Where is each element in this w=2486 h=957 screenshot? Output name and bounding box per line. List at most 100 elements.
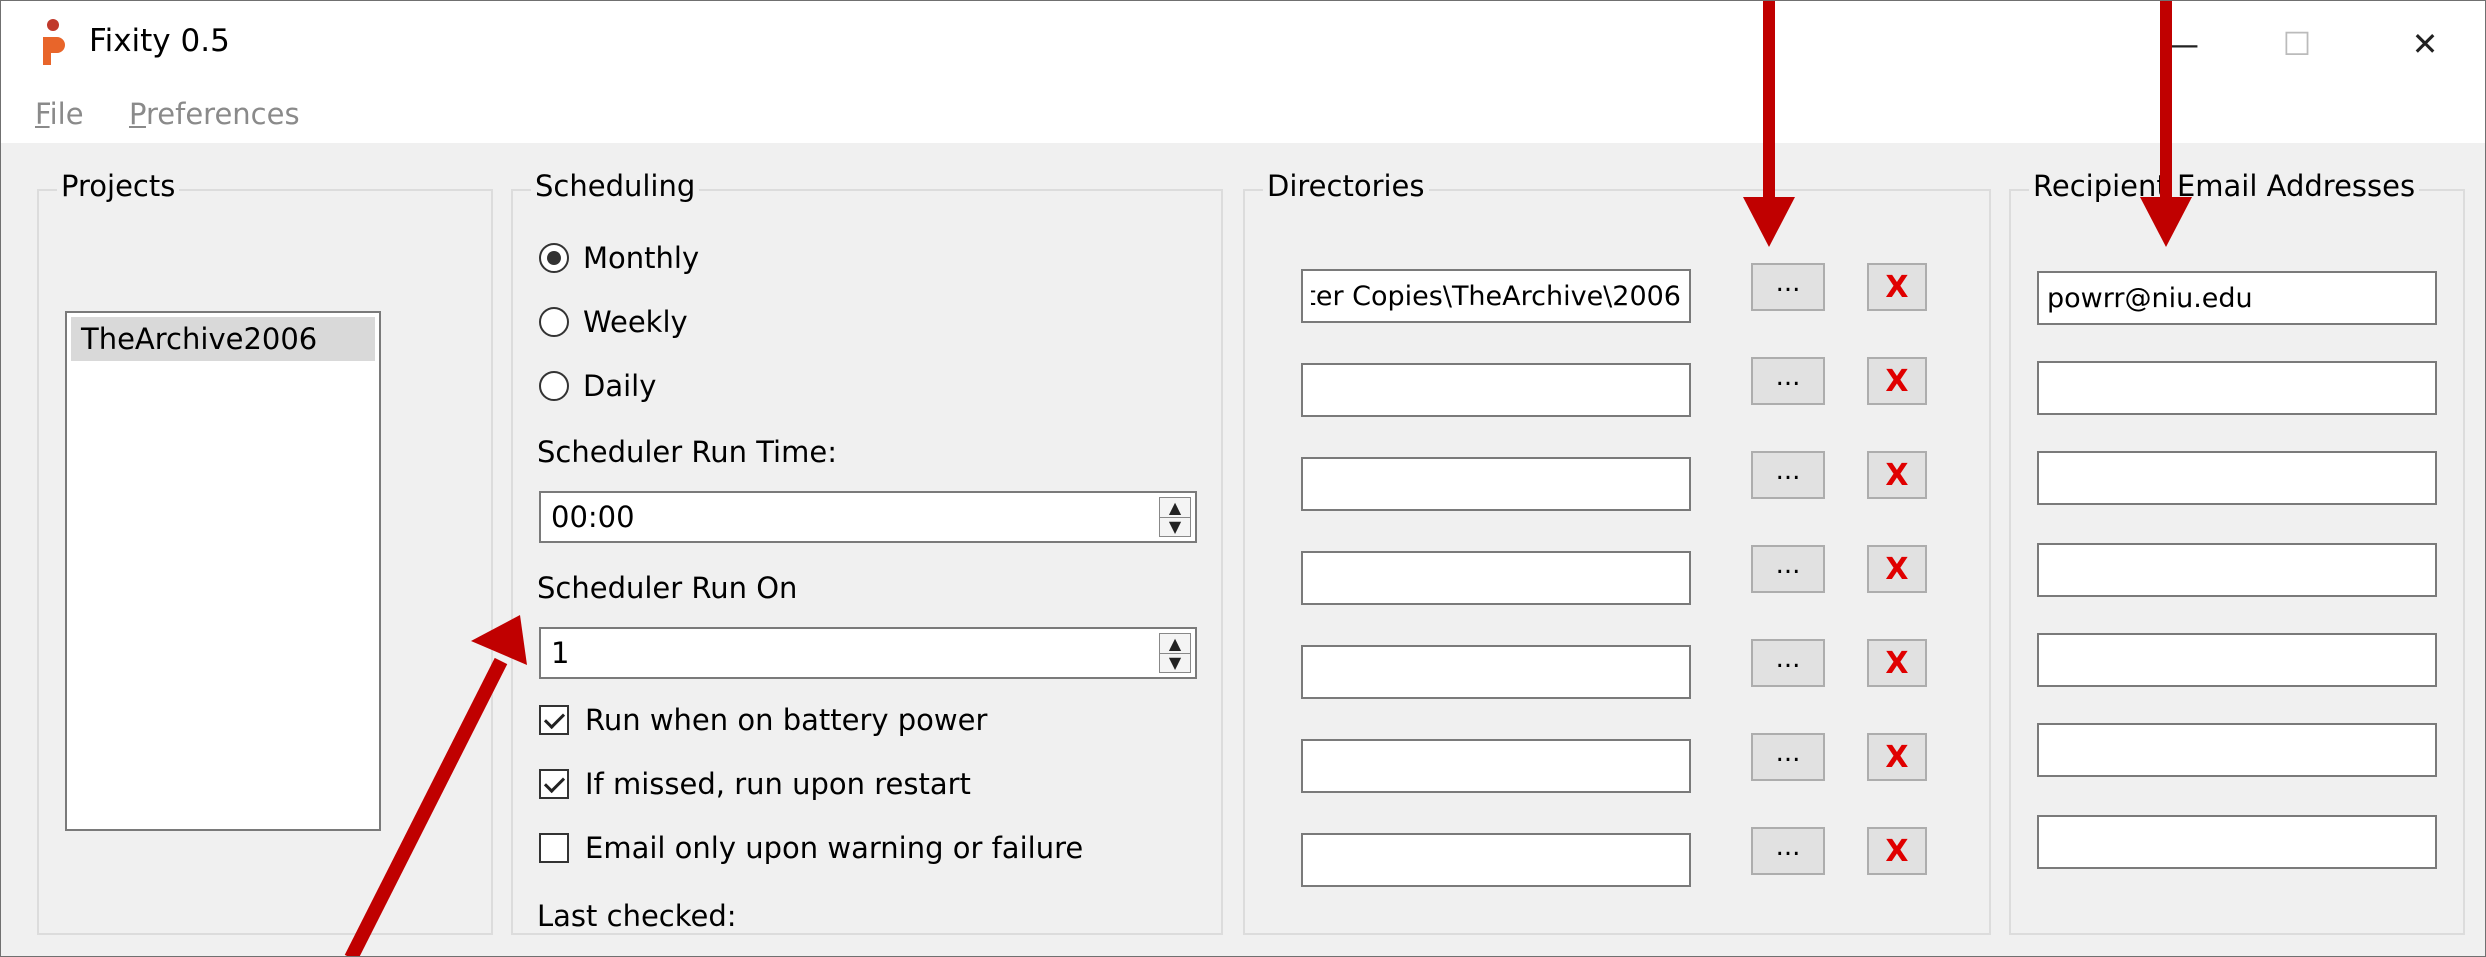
directory-path-field[interactable] — [1301, 645, 1691, 699]
email-address-input[interactable] — [2039, 363, 2435, 413]
browse-directory-button[interactable]: ... — [1751, 639, 1825, 687]
spin-down-icon[interactable]: ▼ — [1160, 517, 1190, 536]
radio-weekly[interactable]: Weekly — [539, 305, 688, 339]
browse-directory-button[interactable]: ... — [1751, 827, 1825, 875]
directory-path-input[interactable] — [1303, 741, 1689, 791]
menu-preferences-mnemonic: P — [129, 97, 146, 131]
run-on-label: Scheduler Run On — [537, 571, 798, 605]
spin-up-icon[interactable]: ▲ — [1160, 498, 1190, 518]
email-on-failure-check-icon[interactable] — [539, 833, 569, 863]
radio-daily-indicator[interactable] — [539, 371, 569, 401]
browse-directory-button[interactable]: ... — [1751, 733, 1825, 781]
email-address-input[interactable] — [2039, 273, 2435, 323]
directory-path-input[interactable] — [1303, 459, 1689, 509]
directory-path-field[interactable] — [1301, 363, 1691, 417]
email-group-title: Recipient Email Addresses — [2029, 169, 2420, 203]
radio-monthly-indicator[interactable] — [539, 243, 569, 273]
directory-path-field[interactable] — [1301, 739, 1691, 793]
remove-directory-button[interactable]: X — [1867, 733, 1927, 781]
maximize-button[interactable]: ☐ — [2245, 1, 2349, 87]
directory-path-field[interactable] — [1301, 269, 1691, 323]
email-address-input[interactable] — [2039, 545, 2435, 595]
directory-path-field[interactable] — [1301, 551, 1691, 605]
email-address-input[interactable] — [2039, 817, 2435, 867]
menu-file-label: ile — [49, 97, 84, 131]
remove-directory-button[interactable]: X — [1867, 451, 1927, 499]
battery-power-label: Run when on battery power — [585, 703, 988, 737]
spin-up-icon[interactable]: ▲ — [1160, 634, 1190, 654]
menu-file[interactable]: File — [35, 97, 84, 131]
email-address-input[interactable] — [2039, 725, 2435, 775]
remove-directory-button[interactable]: X — [1867, 639, 1927, 687]
menu-preferences[interactable]: Preferences — [129, 97, 300, 131]
email-address-input[interactable] — [2039, 453, 2435, 503]
email-address-field[interactable] — [2037, 451, 2437, 505]
directories-group-title: Directories — [1263, 169, 1429, 203]
title-bar: Fixity 0.5 — ☐ ✕ — [1, 1, 2485, 87]
run-on-spinbox[interactable]: ▲ ▼ — [539, 627, 1197, 679]
scheduling-group: Scheduling Monthly Weekly Daily Schedule… — [511, 169, 1223, 935]
email-on-failure-label: Email only upon warning or failure — [585, 831, 1084, 865]
directory-path-input[interactable] — [1303, 647, 1689, 697]
window-title: Fixity 0.5 — [89, 23, 230, 59]
remove-directory-button[interactable]: X — [1867, 357, 1927, 405]
radio-monthly-label: Monthly — [583, 241, 700, 275]
projects-list[interactable]: TheArchive2006 — [65, 311, 381, 831]
battery-power-checkbox[interactable]: Run when on battery power — [539, 703, 987, 737]
menu-bar: File Preferences — [1, 87, 2485, 143]
browse-directory-button[interactable]: ... — [1751, 357, 1825, 405]
run-time-stepper[interactable]: ▲ ▼ — [1159, 497, 1191, 537]
radio-weekly-label: Weekly — [583, 305, 688, 339]
directory-path-input[interactable] — [1303, 365, 1689, 415]
projects-group: Projects TheArchive2006 — [37, 169, 493, 935]
projects-group-title: Projects — [57, 169, 180, 203]
directory-path-input[interactable] — [1303, 835, 1689, 885]
run-on-stepper[interactable]: ▲ ▼ — [1159, 633, 1191, 673]
radio-monthly[interactable]: Monthly — [539, 241, 699, 275]
directory-path-input[interactable] — [1303, 271, 1689, 321]
maximize-icon: ☐ — [2282, 25, 2312, 63]
fixity-app-icon — [43, 19, 65, 65]
run-time-input[interactable] — [541, 493, 1175, 541]
battery-power-check-icon[interactable] — [539, 705, 569, 735]
close-icon: ✕ — [2411, 25, 2439, 63]
menu-preferences-label: references — [145, 97, 300, 131]
remove-directory-button[interactable]: X — [1867, 263, 1927, 311]
email-address-field[interactable] — [2037, 361, 2437, 415]
minimize-button[interactable]: — — [2131, 1, 2235, 87]
run-on-input[interactable] — [541, 629, 1175, 677]
minimize-icon: — — [2167, 25, 2199, 63]
radio-daily-label: Daily — [583, 369, 657, 403]
email-address-input[interactable] — [2039, 635, 2435, 685]
email-on-failure-checkbox[interactable]: Email only upon warning or failure — [539, 831, 1083, 865]
run-time-label: Scheduler Run Time: — [537, 435, 837, 469]
browse-directory-button[interactable]: ... — [1751, 451, 1825, 499]
remove-directory-button[interactable]: X — [1867, 545, 1927, 593]
email-address-field[interactable] — [2037, 633, 2437, 687]
radio-daily[interactable]: Daily — [539, 369, 656, 403]
close-button[interactable]: ✕ — [2373, 1, 2477, 87]
run-on-restart-checkbox[interactable]: If missed, run upon restart — [539, 767, 971, 801]
email-address-field[interactable] — [2037, 271, 2437, 325]
directories-group: Directories ... X... X... X... X... X... X... X — [1243, 169, 1991, 935]
last-checked-label: Last checked: — [537, 899, 737, 933]
directory-path-input[interactable] — [1303, 553, 1689, 603]
menu-file-mnemonic: F — [35, 97, 50, 131]
email-address-field[interactable] — [2037, 815, 2437, 869]
browse-directory-button[interactable]: ... — [1751, 545, 1825, 593]
radio-weekly-indicator[interactable] — [539, 307, 569, 337]
email-address-field[interactable] — [2037, 723, 2437, 777]
run-on-restart-check-icon[interactable] — [539, 769, 569, 799]
directory-path-field[interactable] — [1301, 457, 1691, 511]
email-group: Recipient Email Addresses — [2009, 169, 2465, 935]
browse-directory-button[interactable]: ... — [1751, 263, 1825, 311]
fixity-window: Fixity 0.5 — ☐ ✕ File Preferences Projec… — [0, 0, 2486, 957]
remove-directory-button[interactable]: X — [1867, 827, 1927, 875]
scheduling-group-title: Scheduling — [531, 169, 700, 203]
spin-down-icon[interactable]: ▼ — [1160, 653, 1190, 672]
project-item-thearchive2006[interactable]: TheArchive2006 — [71, 317, 375, 361]
run-on-restart-label: If missed, run upon restart — [585, 767, 971, 801]
email-address-field[interactable] — [2037, 543, 2437, 597]
directory-path-field[interactable] — [1301, 833, 1691, 887]
run-time-spinbox[interactable]: ▲ ▼ — [539, 491, 1197, 543]
